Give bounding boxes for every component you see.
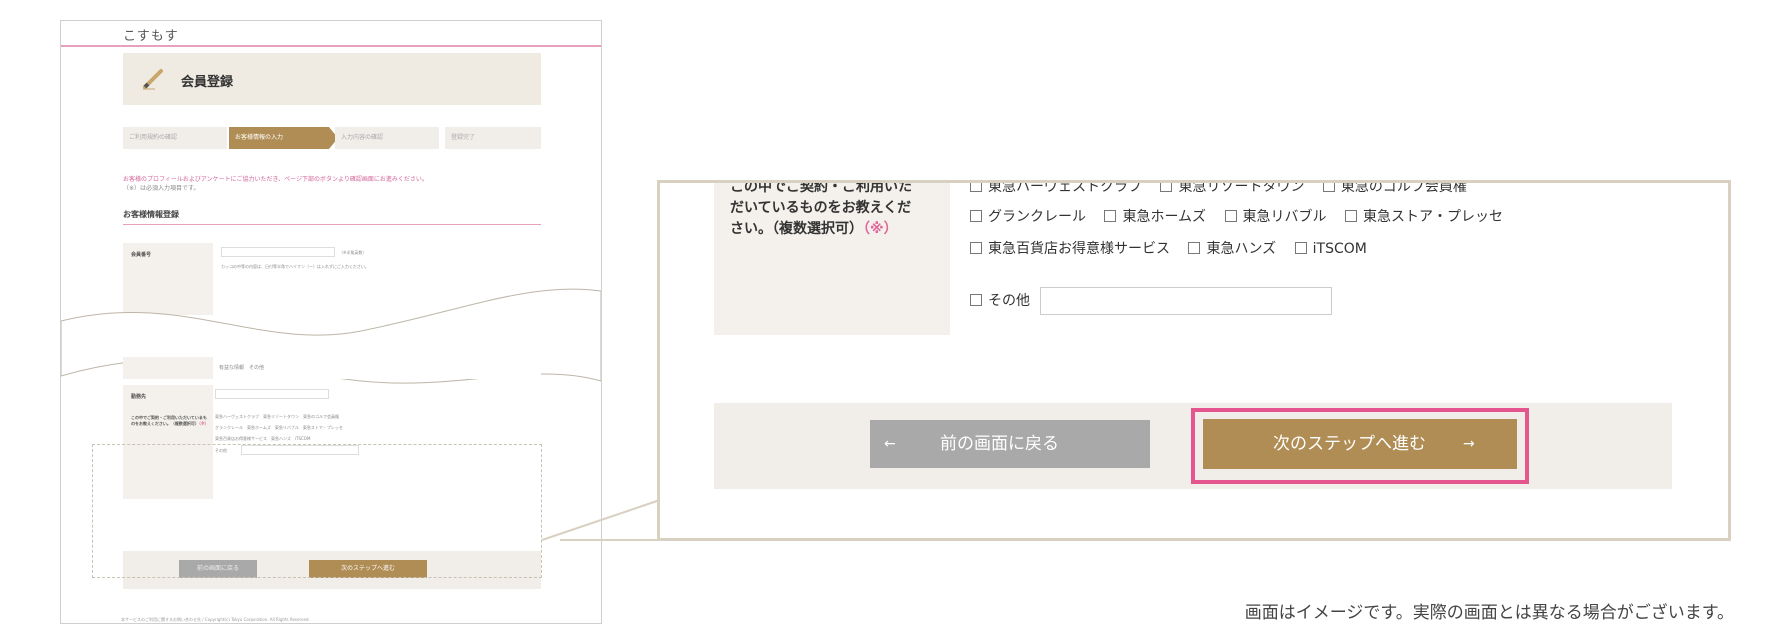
- checkbox-icon: [970, 294, 982, 306]
- other-text-input[interactable]: [1040, 287, 1332, 315]
- survey-question: この中でご契約・ご利用いた だいているものをお教えくだ さい。（複数選択可）（※…: [730, 180, 912, 237]
- checkbox-resort-town[interactable]: 東急リゾートタウン: [1160, 183, 1304, 195]
- checkbox-icon: [1188, 242, 1201, 254]
- checkbox-other[interactable]: その他: [970, 291, 1030, 311]
- checkbox-icon: [970, 183, 982, 192]
- required-mark: （※）: [863, 221, 898, 237]
- checkbox-icon: [1160, 183, 1173, 192]
- option-row-1: 東急ハーヴェストクラブ 東急リゾートタウン 東急のゴルフ会員権: [970, 183, 1467, 197]
- checkbox-store-precce[interactable]: 東急ストア・プレッセ: [1344, 209, 1503, 225]
- options-cell: 東急ハーヴェストクラブ 東急リゾートタウン 東急のゴルフ会員権 グランクレール …: [950, 183, 1672, 335]
- zoom-callout: この中でご契約・ご利用いた だいているものをお教えくだ さい。（複数選択可）（※…: [657, 180, 1731, 541]
- checkbox-icon: [1294, 242, 1307, 254]
- arrow-left-icon: ←: [884, 436, 896, 452]
- checkbox-icon: [1322, 183, 1335, 192]
- checkbox-homes[interactable]: 東急ホームズ: [1104, 209, 1206, 225]
- checkbox-icon: [1104, 210, 1117, 222]
- checkbox-harvest-club[interactable]: 東急ハーヴェストクラブ: [970, 183, 1142, 195]
- disclaimer-caption: 画面はイメージです。実際の画面とは異なる場合がございます。: [1244, 603, 1734, 623]
- checkbox-grand-clair[interactable]: グランクレール: [970, 209, 1086, 225]
- back-button-label: 前の画面に戻る: [940, 434, 1059, 454]
- checkbox-hands[interactable]: 東急ハンズ: [1188, 241, 1276, 257]
- checkbox-icon: [1224, 210, 1237, 222]
- option-row-2: グランクレール 東急ホームズ 東急リバブル 東急ストア・プレッセ: [970, 207, 1503, 227]
- checkbox-department-store[interactable]: 東急百貨店お得意様サービス: [970, 241, 1170, 257]
- checkbox-golf-membership[interactable]: 東急のゴルフ会員権: [1322, 183, 1467, 195]
- checkbox-icon: [1344, 210, 1357, 222]
- next-step-button[interactable]: 次のステップへ進む →: [1203, 419, 1517, 469]
- checkbox-icon: [970, 210, 982, 222]
- next-button-label: 次のステップへ進む: [1273, 434, 1426, 454]
- checkbox-itscom[interactable]: iTSCOM: [1294, 241, 1367, 257]
- back-button[interactable]: ← 前の画面に戻る: [870, 420, 1150, 468]
- arrow-right-icon: →: [1463, 436, 1475, 452]
- checkbox-icon: [970, 242, 982, 254]
- option-row-3: 東急百貨店お得意様サービス 東急ハンズ iTSCOM: [970, 239, 1367, 259]
- checkbox-livable[interactable]: 東急リバブル: [1224, 209, 1327, 225]
- question-cell: この中でご契約・ご利用いた だいているものをお教えくだ さい。（複数選択可）（※…: [714, 183, 950, 335]
